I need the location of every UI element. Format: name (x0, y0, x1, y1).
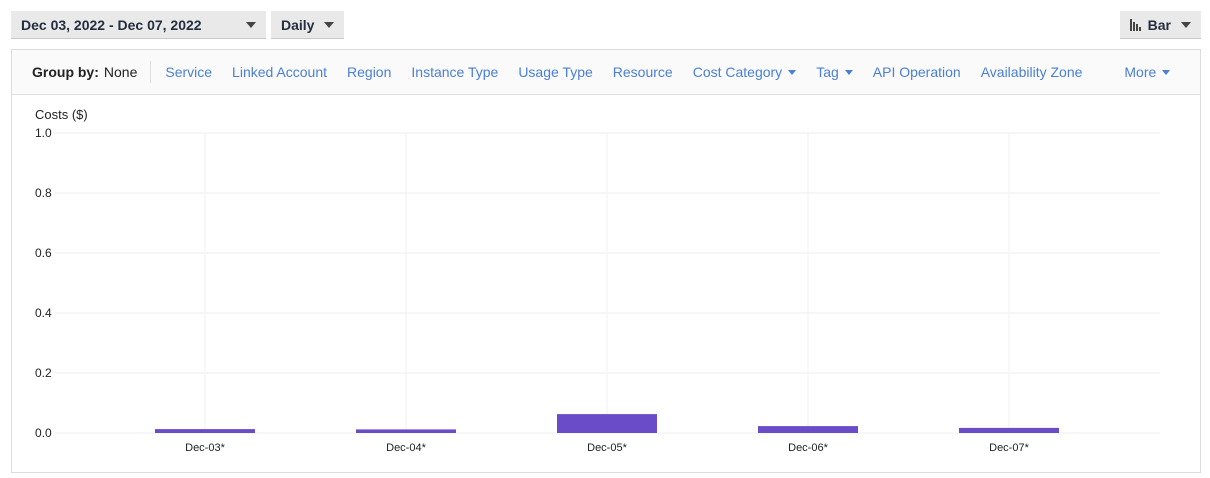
date-range-dropdown[interactable]: Dec 03, 2022 - Dec 07, 2022 (11, 11, 266, 39)
more-label: More (1124, 64, 1157, 80)
caret-down-icon (246, 21, 256, 28)
group-by-label: Group by: (32, 64, 99, 80)
cost-chart-panel: Group by: None Service Linked Account Re… (11, 49, 1201, 473)
cost-category-label: Cost Category (692, 64, 783, 80)
caret-down-icon (324, 21, 335, 28)
group-by-bar: Group by: None Service Linked Account Re… (12, 50, 1200, 95)
granularity-dropdown[interactable]: Daily (271, 11, 345, 39)
group-service[interactable]: Service (165, 64, 212, 80)
caret-down-icon (788, 69, 797, 75)
group-region[interactable]: Region (347, 64, 391, 80)
group-resource[interactable]: Resource (613, 64, 673, 80)
caret-down-icon (844, 69, 853, 75)
chart-type-label: Bar (1147, 16, 1171, 33)
caret-down-icon (1181, 21, 1191, 28)
bar-chart-icon (1130, 18, 1141, 31)
granularity-label: Daily (281, 16, 315, 33)
tag-label: Tag (816, 64, 839, 80)
group-by-value: None (104, 61, 152, 83)
group-api-operation[interactable]: API Operation (873, 64, 961, 80)
chart-type-dropdown[interactable]: Bar (1120, 11, 1201, 39)
group-availability-zone[interactable]: Availability Zone (981, 64, 1083, 80)
group-usage-type[interactable]: Usage Type (518, 64, 592, 80)
group-instance-type[interactable]: Instance Type (411, 64, 498, 80)
group-tag[interactable]: Tag (816, 64, 853, 80)
date-range-label: Dec 03, 2022 - Dec 07, 2022 (21, 16, 202, 33)
group-linked-account[interactable]: Linked Account (232, 64, 327, 80)
caret-down-icon (1162, 69, 1171, 75)
more-dropdown[interactable]: More (1124, 64, 1171, 80)
group-cost-category[interactable]: Cost Category (692, 64, 797, 80)
